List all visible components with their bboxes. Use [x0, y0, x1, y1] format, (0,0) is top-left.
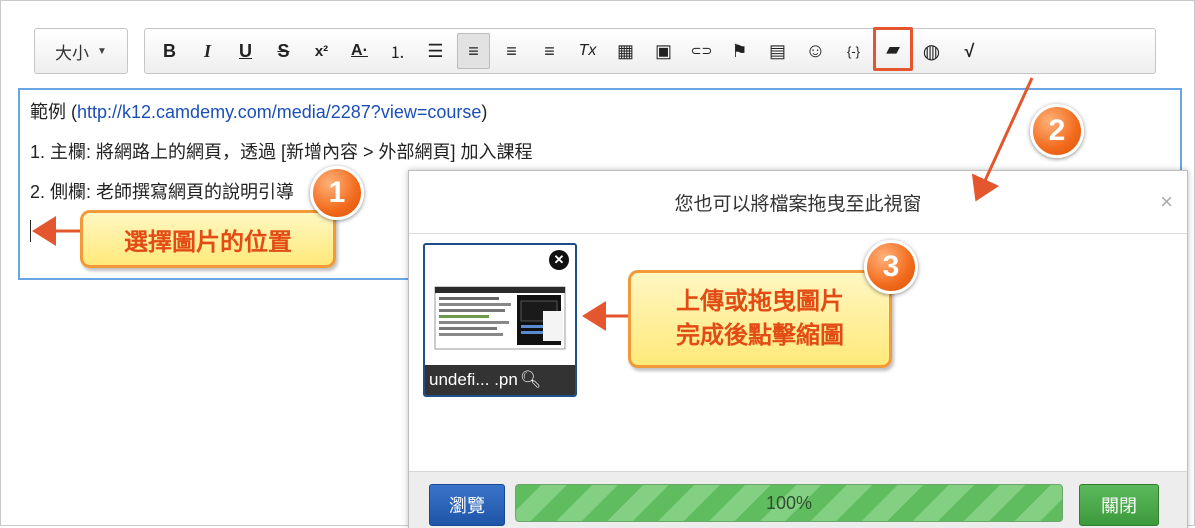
step1-number: 1 [328, 176, 346, 209]
step3-callout: 上傳或拖曳圖片 完成後點擊縮圖 [628, 270, 892, 368]
step2-number: 2 [1048, 114, 1066, 147]
step1-callout: 選擇圖片的位置 [80, 210, 336, 268]
arrow-folder-to-dialog [971, 77, 1034, 202]
step3-line2: 完成後點擊縮圖 [676, 322, 844, 349]
step3-number: 3 [882, 250, 900, 283]
step2-badge: 2 [1030, 104, 1084, 158]
step3-line1: 上傳或拖曳圖片 [676, 288, 844, 315]
step3-badge: 3 [864, 240, 918, 294]
step1-badge: 1 [310, 166, 364, 220]
step1-text: 選擇圖片的位置 [124, 228, 292, 256]
